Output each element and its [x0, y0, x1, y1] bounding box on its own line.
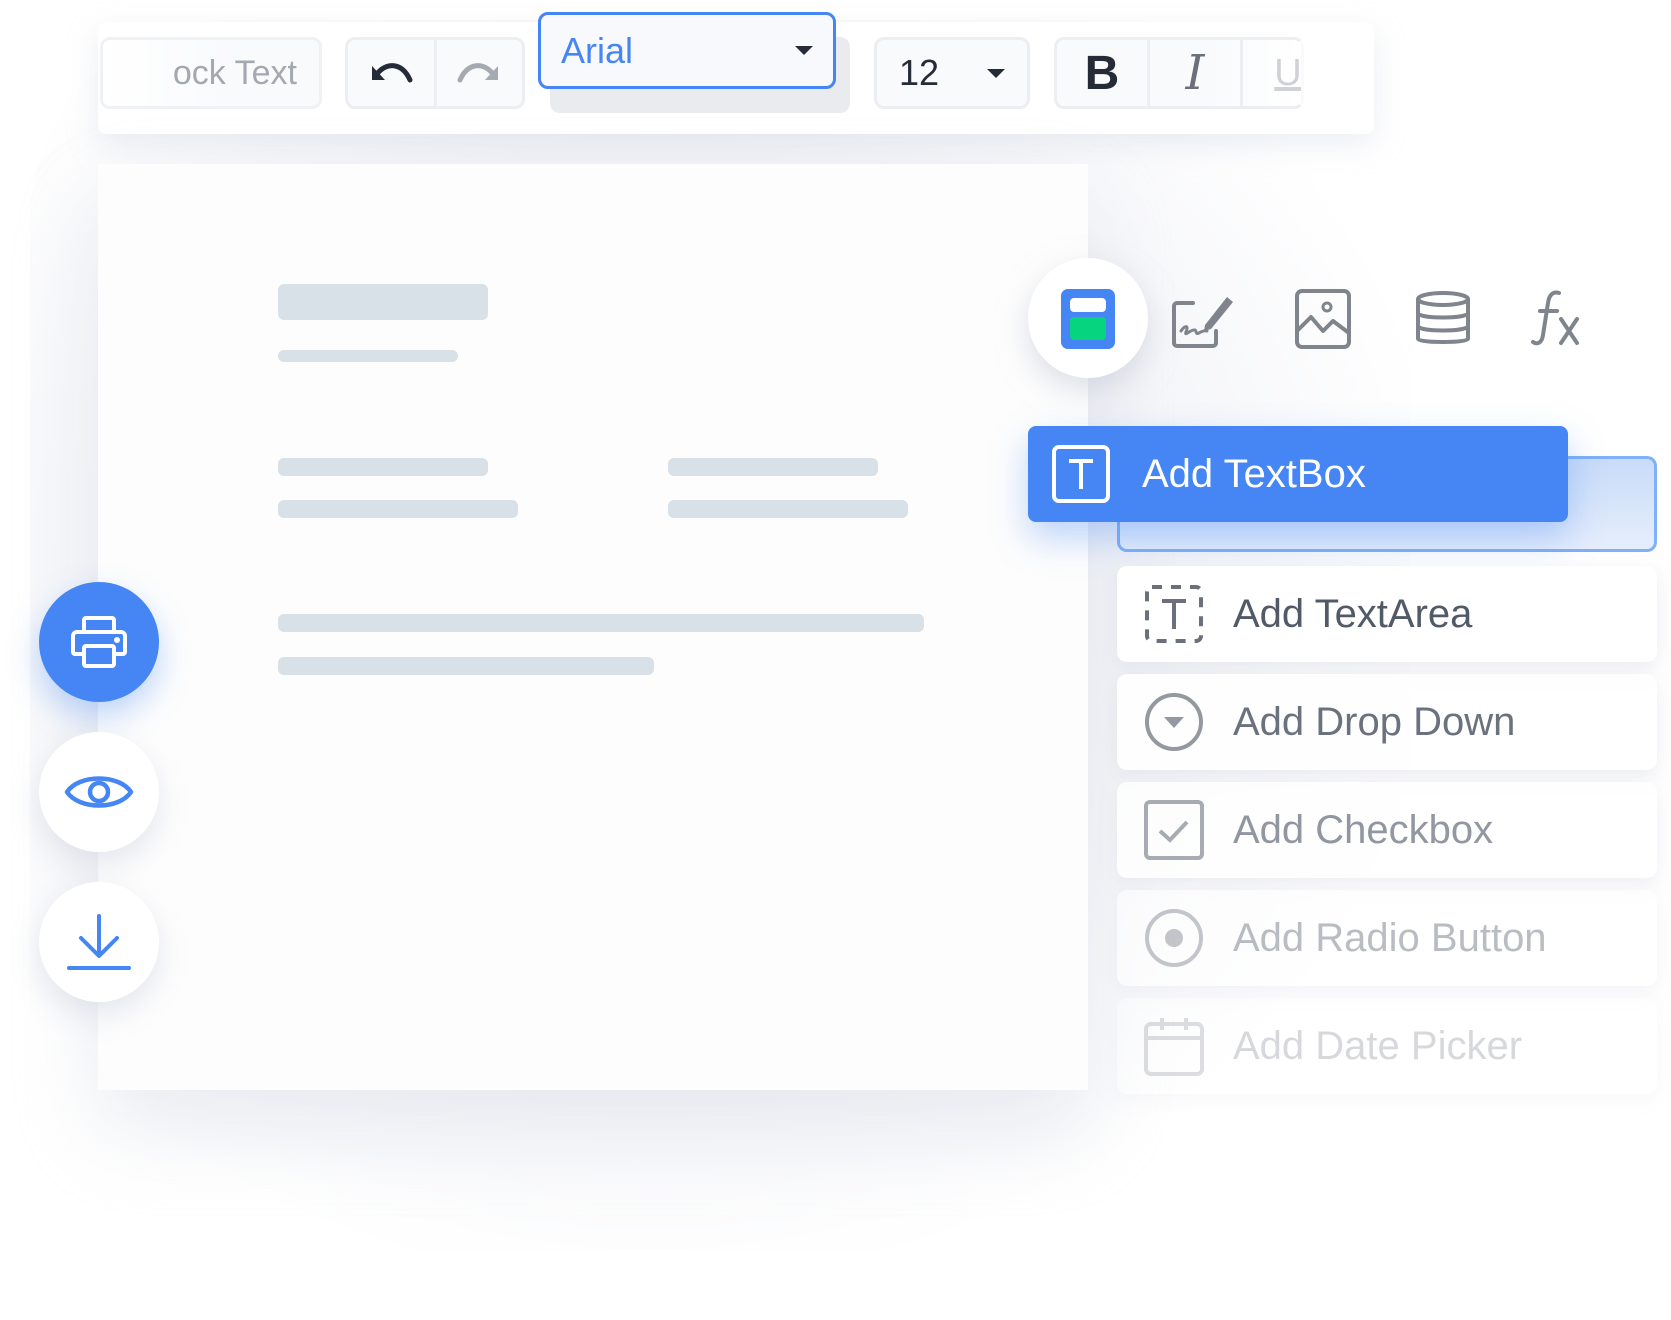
radio-button-icon — [1145, 909, 1203, 967]
placeholder-subtitle — [278, 350, 458, 362]
palette-tab-form-fields[interactable] — [1053, 284, 1123, 354]
caret-down-icon — [795, 46, 813, 55]
undo-icon — [371, 63, 413, 83]
menu-item-label: Add Checkbox — [1233, 807, 1494, 852]
eye-icon — [64, 776, 134, 808]
redo-button[interactable] — [433, 40, 523, 106]
database-icon — [1416, 291, 1470, 344]
underline-button[interactable]: U — [1240, 40, 1302, 106]
font-family-value: Arial — [561, 29, 634, 71]
calendar-icon — [1144, 1018, 1204, 1076]
undo-button[interactable] — [348, 40, 434, 106]
placeholder-line — [278, 614, 924, 632]
placeholder-line — [668, 500, 908, 518]
dropdown-icon — [1145, 693, 1203, 751]
formula-icon — [1531, 290, 1579, 346]
textbox-icon — [1052, 445, 1110, 503]
textarea-icon — [1145, 585, 1203, 643]
placeholder-title — [278, 284, 488, 320]
text-format-group: B I U — [1054, 37, 1304, 109]
menu-item-add-radio-button[interactable]: Add Radio Button — [1117, 890, 1657, 986]
signature-icon — [1172, 297, 1233, 348]
menu-item-label: Add Drop Down — [1233, 699, 1516, 744]
palette-tab-image[interactable] — [1288, 284, 1358, 354]
menu-item-add-date-picker[interactable]: Add Date Picker — [1117, 998, 1657, 1094]
italic-icon: I — [1185, 45, 1205, 101]
print-button[interactable] — [39, 582, 159, 702]
printer-icon — [71, 616, 127, 668]
image-icon — [1295, 289, 1351, 349]
italic-button[interactable]: I — [1147, 40, 1240, 106]
font-size-select[interactable]: 12 — [874, 37, 1030, 109]
palette-tab-database[interactable] — [1408, 284, 1478, 354]
form-fields-icon — [1061, 289, 1115, 349]
redo-icon — [457, 63, 499, 83]
menu-item-label: Add TextArea — [1233, 591, 1473, 636]
placeholder-line — [278, 500, 518, 518]
caret-down-icon — [987, 68, 1005, 78]
menu-item-add-drop-down[interactable]: Add Drop Down — [1117, 674, 1657, 770]
placeholder-line — [278, 657, 654, 675]
menu-item-label: Add Radio Button — [1233, 915, 1547, 960]
bold-icon: B — [1084, 46, 1120, 100]
menu-item-label: Add TextBox — [1142, 451, 1366, 496]
menu-item-add-textarea[interactable]: Add TextArea — [1117, 566, 1657, 662]
undo-redo-group — [345, 37, 525, 109]
placeholder-line — [278, 458, 488, 476]
menu-item-add-checkbox[interactable]: Add Checkbox — [1117, 782, 1657, 878]
preview-button[interactable] — [39, 732, 159, 852]
lock-text-label: ock Text — [172, 53, 297, 92]
font-family-select[interactable]: Arial — [538, 12, 836, 89]
document-page[interactable] — [98, 164, 1088, 1090]
download-icon — [67, 914, 131, 970]
menu-item-label: Add Date Picker — [1233, 1023, 1523, 1068]
download-button[interactable] — [39, 882, 159, 1002]
lock-text-button[interactable]: ock Text — [100, 37, 322, 109]
menu-item-add-textbox[interactable]: Add TextBox — [1028, 426, 1568, 522]
underline-icon: U — [1274, 51, 1302, 94]
placeholder-line — [668, 458, 878, 476]
bold-button[interactable]: B — [1057, 40, 1147, 106]
palette-tab-signature[interactable] — [1168, 284, 1238, 354]
palette-tab-formula[interactable] — [1524, 284, 1594, 354]
checkbox-icon — [1144, 800, 1204, 860]
font-size-value: 12 — [899, 52, 940, 93]
